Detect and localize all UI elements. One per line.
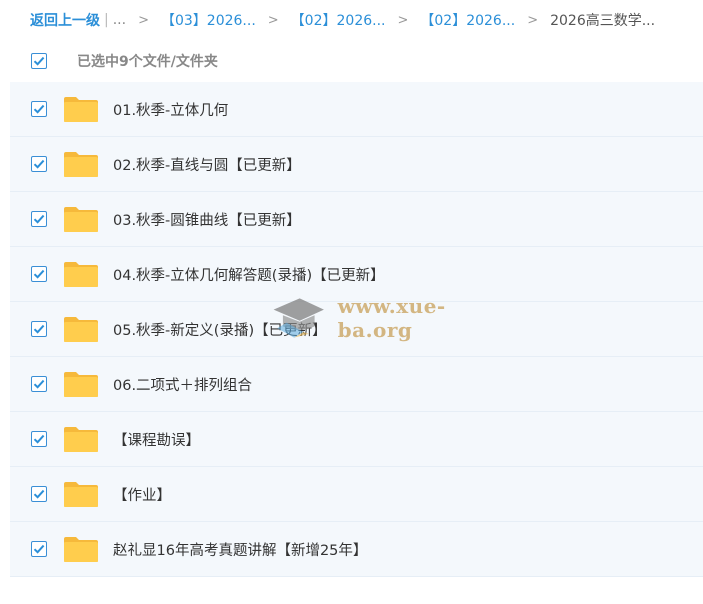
row-checkbox[interactable] [31,101,47,117]
row-checkbox[interactable] [31,321,47,337]
file-list: 01.秋季-立体几何 02.秋季-直线与圆【已更新】 03.秋季-圆锥曲线【已更新】… [10,82,703,577]
selection-header: 已选中9个文件/文件夹 [0,42,703,80]
file-row[interactable]: 01.秋季-立体几何 [10,82,703,137]
breadcrumb-arrow: > [527,12,539,28]
folder-icon [63,370,99,398]
file-row[interactable]: 【作业】 [10,467,703,522]
folder-icon [63,150,99,178]
file-row[interactable]: 赵礼显16年高考真题讲解【新增25年】 [10,522,703,577]
row-checkbox[interactable] [31,211,47,227]
file-name[interactable]: 04.秋季-立体几何解答题(录播)【已更新】 [113,264,385,285]
checkmark-icon [33,489,45,499]
file-name[interactable]: 05.秋季-新定义(录播)【已更新】 [113,319,327,340]
back-link[interactable]: 返回上一级 [30,10,100,30]
breadcrumb-arrow: > [267,12,279,28]
file-row[interactable]: 04.秋季-立体几何解答题(录播)【已更新】 [10,247,703,302]
breadcrumb-arrow: > [397,12,409,28]
folder-icon [63,535,99,563]
row-checkbox[interactable] [31,266,47,282]
row-checkbox[interactable] [31,156,47,172]
folder-icon [63,260,99,288]
checkmark-icon [33,159,45,169]
breadcrumb-current: 2026高三数学... [550,13,656,29]
selection-count-label: 已选中9个文件/文件夹 [77,54,218,70]
checkmark-icon [33,324,45,334]
file-name[interactable]: 【课程勘误】 [113,429,200,450]
checkmark-icon [33,56,45,66]
checkmark-icon [33,104,45,114]
breadcrumb-item-3[interactable]: 【02】2026... [420,10,515,30]
breadcrumb-separator: | [104,12,109,28]
file-row[interactable]: 06.二项式＋排列组合 [10,357,703,412]
folder-icon [63,315,99,343]
folder-icon [63,480,99,508]
breadcrumb: 返回上一级 | ... > 【03】2026... > 【02】2026... … [0,0,703,40]
folder-icon [63,425,99,453]
select-all-checkbox[interactable] [31,53,47,69]
checkmark-icon [33,379,45,389]
row-checkbox[interactable] [31,541,47,557]
breadcrumb-item-2[interactable]: 【02】2026... [291,10,386,30]
checkmark-icon [33,269,45,279]
file-name[interactable]: 03.秋季-圆锥曲线【已更新】 [113,209,301,230]
checkmark-icon [33,434,45,444]
file-row[interactable]: 05.秋季-新定义(录播)【已更新】 [10,302,703,357]
file-row[interactable]: 【课程勘误】 [10,412,703,467]
breadcrumb-ellipsis[interactable]: ... [113,12,126,28]
file-row[interactable]: 03.秋季-圆锥曲线【已更新】 [10,192,703,247]
folder-icon [63,95,99,123]
file-row[interactable]: 02.秋季-直线与圆【已更新】 [10,137,703,192]
file-name[interactable]: 02.秋季-直线与圆【已更新】 [113,154,301,175]
row-checkbox[interactable] [31,376,47,392]
row-checkbox[interactable] [31,486,47,502]
file-name[interactable]: 06.二项式＋排列组合 [113,374,252,395]
checkmark-icon [33,544,45,554]
file-name[interactable]: 赵礼显16年高考真题讲解【新增25年】 [113,539,367,560]
file-name[interactable]: 01.秋季-立体几何 [113,99,228,120]
checkmark-icon [33,214,45,224]
folder-icon [63,205,99,233]
breadcrumb-item-1[interactable]: 【03】2026... [161,10,256,30]
row-checkbox[interactable] [31,431,47,447]
file-name[interactable]: 【作业】 [113,484,171,505]
breadcrumb-arrow: > [138,12,149,28]
